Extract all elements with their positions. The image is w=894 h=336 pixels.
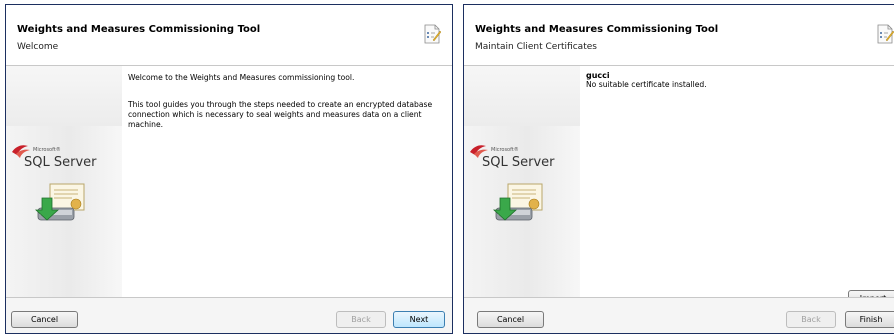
sql-server-logo: Microsoft® SQL Server (12, 145, 97, 170)
wizard-step-title: Welcome (17, 42, 59, 52)
finish-button[interactable]: Finish (845, 311, 894, 328)
cancel-button[interactable]: Cancel (11, 311, 78, 328)
wizard-header: Weights and Measures Commissioning Tool … (6, 5, 452, 66)
certificate-status: No suitable certificate installed. (586, 80, 707, 89)
cancel-button[interactable]: Cancel (477, 311, 544, 328)
sidebar-graphic: Microsoft® SQL Server (6, 66, 122, 297)
wizard-header: Weights and Measures Commissioning Tool … (464, 5, 894, 66)
wizard-content: gucci No suitable certificate installed. (582, 66, 888, 297)
sql-server-logo: Microsoft® SQL Server (470, 145, 555, 170)
description-text: This tool guides you through the steps n… (128, 100, 433, 129)
certificate-icon (34, 183, 85, 221)
svg-text:Microsoft®: Microsoft® (33, 146, 61, 153)
svg-text:Microsoft®: Microsoft® (491, 146, 519, 153)
wizard-title: Weights and Measures Commissioning Tool (17, 24, 261, 35)
svg-text:SQL Server: SQL Server (24, 155, 97, 170)
wizard-icon (424, 24, 441, 44)
wizard-footer: Cancel Back Next (6, 297, 452, 333)
client-name: gucci (586, 71, 610, 80)
back-button[interactable]: Back (786, 311, 836, 328)
svg-text:SQL Server: SQL Server (482, 155, 555, 170)
certificate-icon (492, 183, 543, 221)
wizard-window-certificates: Weights and Measures Commissioning Tool … (463, 4, 894, 334)
welcome-text: Welcome to the Weights and Measures comm… (128, 73, 355, 82)
wizard-title: Weights and Measures Commissioning Tool (475, 24, 719, 35)
sidebar-graphic: Microsoft® SQL Server (464, 66, 580, 297)
next-button[interactable]: Next (393, 311, 445, 328)
wizard-icon (877, 24, 894, 44)
wizard-content: Welcome to the Weights and Measures comm… (124, 66, 446, 297)
back-button[interactable]: Back (336, 311, 386, 328)
wizard-footer: Cancel Back Finish (464, 297, 894, 333)
wizard-window-welcome: Weights and Measures Commissioning Tool … (5, 4, 453, 334)
wizard-step-title: Maintain Client Certificates (475, 42, 597, 52)
